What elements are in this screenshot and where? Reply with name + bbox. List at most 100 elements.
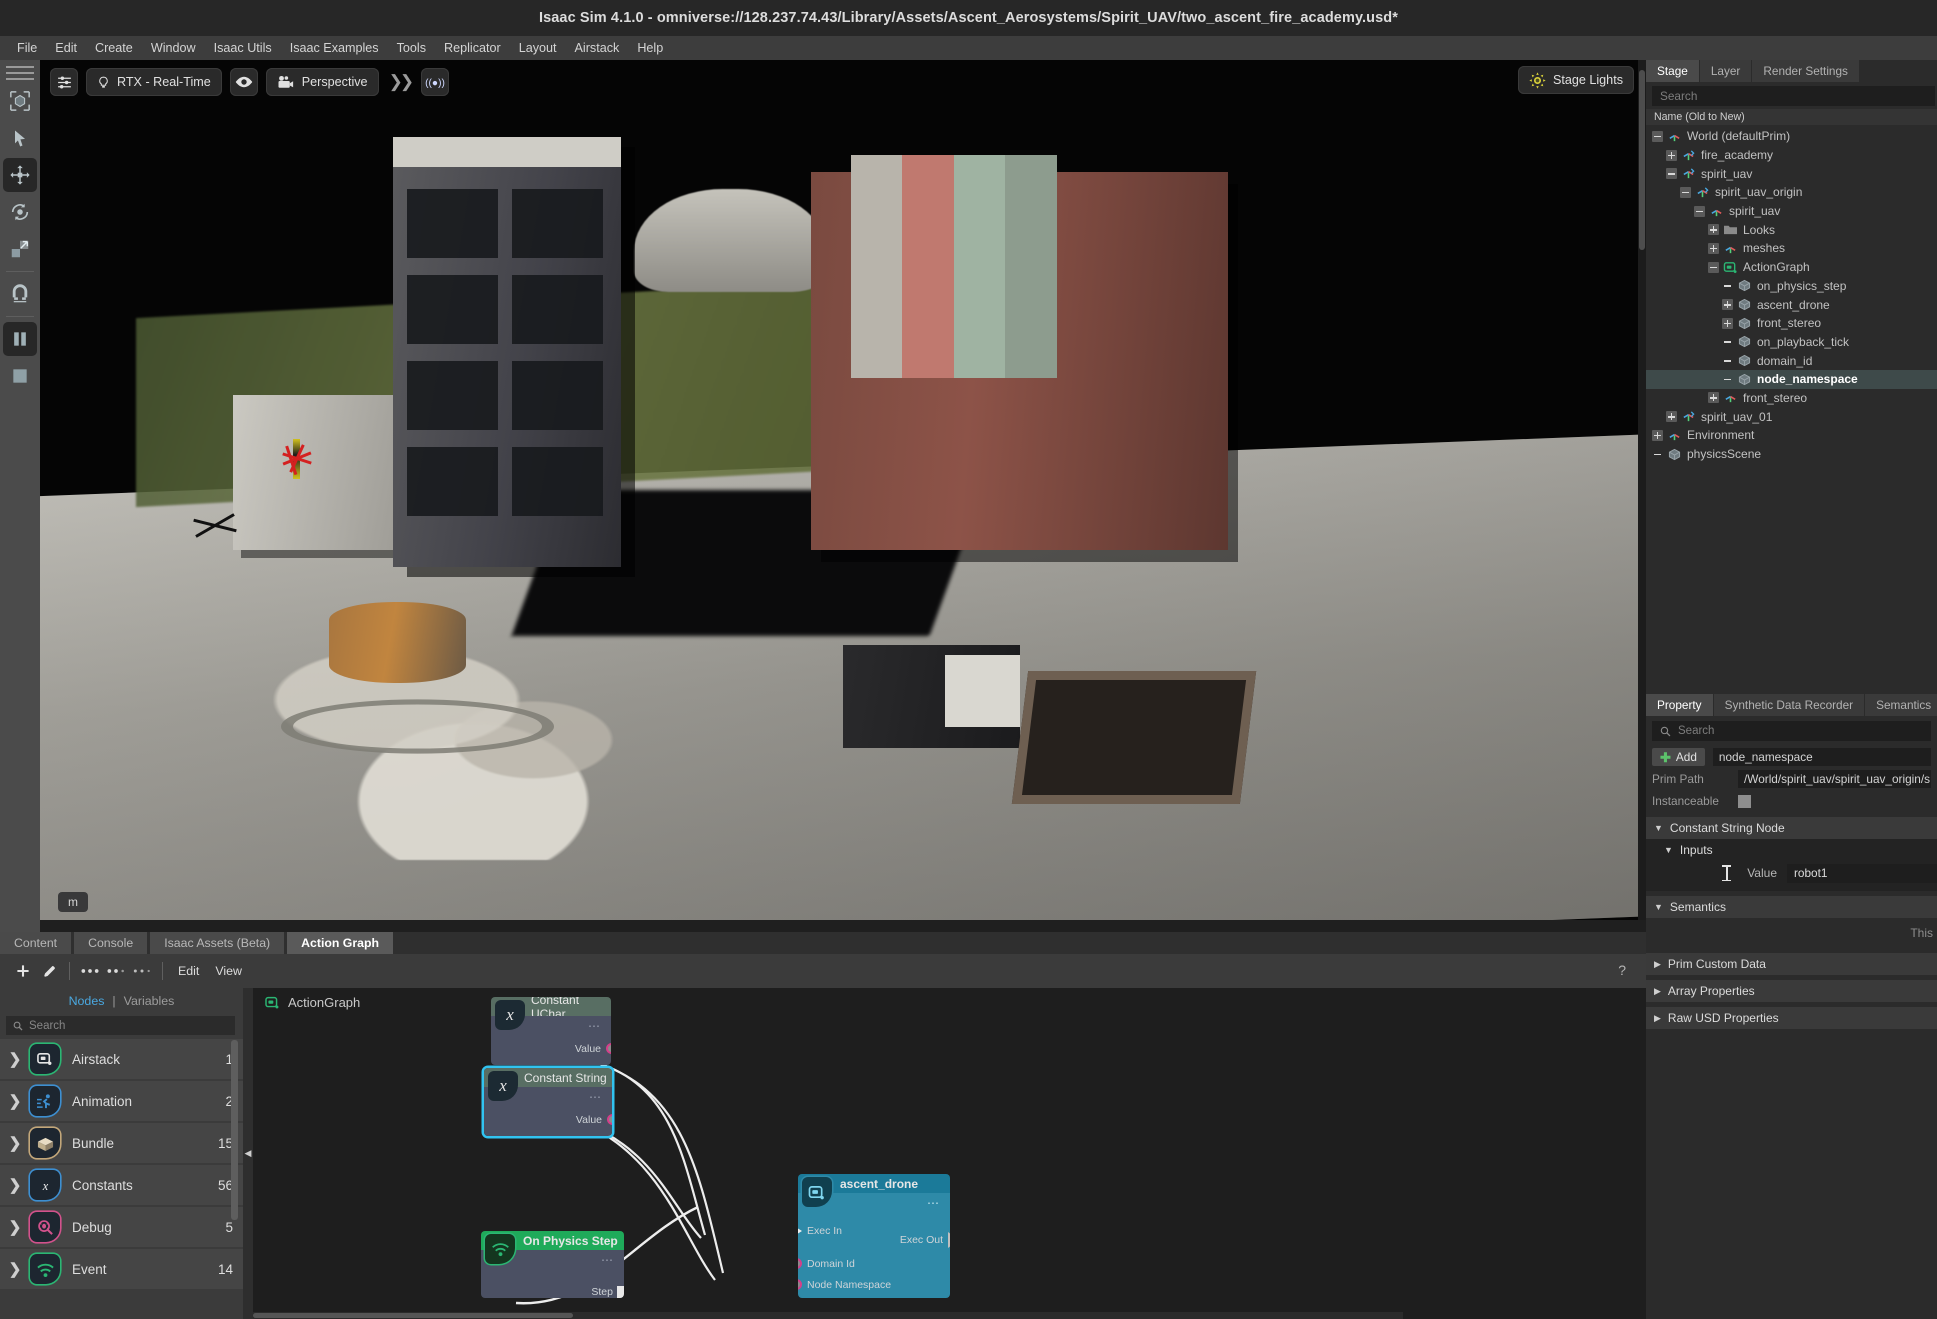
section-inputs[interactable]: ▼ Inputs [1646, 839, 1937, 861]
stage-tree-row[interactable]: spirit_uav_01 [1646, 407, 1937, 426]
graph-node-ascent-drone[interactable]: ascent_drone ⋯ Exec In Domain Id Node Na… [798, 1174, 950, 1298]
move-tool[interactable] [3, 158, 37, 192]
section-prim-custom-data[interactable]: ▶ Prim Custom Data [1646, 953, 1937, 975]
chevron-right-icon[interactable]: ❯ [0, 1218, 30, 1236]
node-category-row[interactable]: ❯ Airstack 1 [0, 1039, 243, 1081]
chevron-right-icon[interactable]: ❯ [0, 1092, 30, 1110]
section-constant-string-node[interactable]: ▼ Constant String Node [1646, 817, 1937, 839]
expand-plus-icon[interactable] [1652, 429, 1663, 441]
menu-item-tools[interactable]: Tools [388, 39, 435, 57]
uav-model-secondary[interactable] [185, 512, 245, 538]
menu-item-layout[interactable]: Layout [510, 39, 566, 57]
visibility-eye-button[interactable] [229, 68, 258, 96]
stage-tree-row[interactable]: Environment [1646, 426, 1937, 445]
view-menu[interactable]: View [207, 964, 250, 978]
edit-pencil-button[interactable] [36, 958, 62, 984]
edit-menu[interactable]: Edit [170, 964, 207, 978]
input-pin[interactable] [798, 1258, 802, 1269]
more-options-3-button[interactable] [129, 958, 155, 984]
output-pin[interactable] [607, 1114, 612, 1125]
prim-name-field[interactable]: node_namespace [1712, 748, 1931, 766]
expand-plus-icon[interactable] [1708, 392, 1719, 404]
collapse-minus-icon[interactable] [1652, 130, 1663, 142]
stage-tree-row[interactable]: ActionGraph [1646, 258, 1937, 277]
menu-item-create[interactable]: Create [86, 39, 142, 57]
viewport-vertical-scrollbar[interactable] [1638, 60, 1646, 920]
toolbar-grip[interactable] [6, 66, 34, 80]
chevron-right-icon[interactable]: ❯ [0, 1134, 30, 1152]
stage-tree-row[interactable]: fire_academy [1646, 146, 1937, 165]
node-menu-dots[interactable]: ⋯ [589, 1090, 602, 1104]
tab-property[interactable]: Property [1646, 694, 1714, 716]
tab-synthetic-data-recorder[interactable]: Synthetic Data Recorder [1713, 694, 1866, 716]
node-category-row[interactable]: ❯ Debug 5 [0, 1207, 243, 1249]
stage-tree-row[interactable]: front_stereo [1646, 314, 1937, 333]
menu-item-help[interactable]: Help [628, 39, 672, 57]
stage-lights-button[interactable]: Stage Lights [1517, 66, 1634, 94]
menu-item-isaac-examples[interactable]: Isaac Examples [281, 39, 388, 57]
exec-in-pin[interactable] [798, 1223, 802, 1238]
stage-search-input[interactable]: Search [1652, 86, 1935, 106]
stage-tree-row[interactable]: domain_id [1646, 351, 1937, 370]
instanceable-checkbox[interactable] [1738, 794, 1751, 808]
node-category-row[interactable]: ❯ Event 14 [0, 1249, 243, 1291]
node-category-row[interactable]: ❯ Bundle 15 [0, 1123, 243, 1165]
node-list-scrollbar[interactable] [231, 1040, 238, 1220]
menu-item-airstack[interactable]: Airstack [566, 39, 629, 57]
select-arrow-tool[interactable] [3, 121, 37, 155]
node-menu-dots[interactable]: ⋯ [927, 1196, 940, 1210]
viewport-overflow-chevrons[interactable]: ❯❯ [387, 72, 414, 92]
stage-tree-row[interactable]: ascent_drone [1646, 295, 1937, 314]
chevron-right-icon[interactable]: ❯ [0, 1260, 30, 1278]
chevron-right-icon[interactable]: ❯ [0, 1050, 30, 1068]
stage-column-header[interactable]: Name (Old to New) [1646, 109, 1937, 125]
exec-output-pin[interactable] [617, 1285, 624, 1298]
pause-tool[interactable] [3, 322, 37, 356]
tab-nodes[interactable]: Nodes [69, 994, 105, 1008]
stage-tree-row[interactable]: physicsScene [1646, 445, 1937, 464]
camera-selector[interactable]: Perspective [265, 68, 379, 96]
select-bbox-tool[interactable] [3, 84, 37, 118]
section-raw-usd-properties[interactable]: ▶ Raw USD Properties [1646, 1007, 1937, 1029]
collapse-minus-icon[interactable] [1694, 205, 1705, 217]
expand-plus-icon[interactable] [1722, 299, 1733, 311]
expand-plus-icon[interactable] [1708, 242, 1719, 254]
viewport[interactable]: RTX - Real-Time Perspective ❯❯ ((●)) Sta… [40, 60, 1646, 920]
add-property-button[interactable]: ✚ Add [1652, 748, 1705, 766]
exec-out-pin[interactable] [948, 1231, 950, 1248]
more-options-1-button[interactable] [77, 958, 103, 984]
stage-tree-row[interactable]: Looks [1646, 220, 1937, 239]
graph-horizontal-scrollbar[interactable] [253, 1312, 1403, 1319]
stage-tree-row[interactable]: on_playback_tick [1646, 333, 1937, 352]
node-menu-dots[interactable]: ⋯ [601, 1253, 614, 1267]
tab-semantics[interactable]: Semantics [1865, 694, 1937, 716]
graph-canvas[interactable]: ActionGraph Constant UChar ⋯ Value x Con… [253, 988, 1646, 1319]
stage-tree-row[interactable]: World (defaultPrim) [1646, 127, 1937, 146]
menu-item-replicator[interactable]: Replicator [435, 39, 510, 57]
collapse-minus-icon[interactable] [1708, 261, 1719, 273]
tab-variables[interactable]: Variables [124, 994, 175, 1008]
node-category-row[interactable]: ❯ Animation 2 [0, 1081, 243, 1123]
tab-action-graph[interactable]: Action Graph [287, 932, 394, 954]
graph-node-on-physics-step[interactable]: On Physics Step ⋯ Step [481, 1231, 624, 1298]
output-pin[interactable] [606, 1043, 611, 1054]
value-input[interactable]: robot1 [1787, 863, 1937, 883]
panel-collapse-handle[interactable]: ◀ [243, 988, 253, 1319]
viewport-settings-button[interactable] [50, 68, 78, 96]
menu-item-file[interactable]: File [8, 39, 46, 57]
snap-magnet-tool[interactable] [3, 277, 37, 311]
menu-item-window[interactable]: Window [142, 39, 205, 57]
tab-console[interactable]: Console [74, 932, 148, 954]
stop-tool[interactable] [3, 359, 37, 393]
expand-plus-icon[interactable] [1666, 411, 1677, 423]
more-options-2-button[interactable] [103, 958, 129, 984]
stage-tree-row[interactable]: node_namespace [1646, 369, 1937, 389]
uav-model[interactable] [268, 433, 326, 485]
stage-tree-row[interactable]: on_physics_step [1646, 277, 1937, 296]
expand-plus-icon[interactable] [1708, 224, 1719, 236]
expand-plus-icon[interactable] [1722, 317, 1733, 329]
node-category-list[interactable]: ❯ Airstack 1 ❯ Animation 2 ❯ Bundle 15 ❯ x Constant… [0, 1039, 243, 1291]
prim-path-field[interactable]: /World/spirit_uav/spirit_uav_origin/s [1738, 770, 1931, 788]
renderer-selector[interactable]: RTX - Real-Time [86, 68, 222, 96]
node-category-row[interactable]: ❯ x Constants 56 [0, 1165, 243, 1207]
